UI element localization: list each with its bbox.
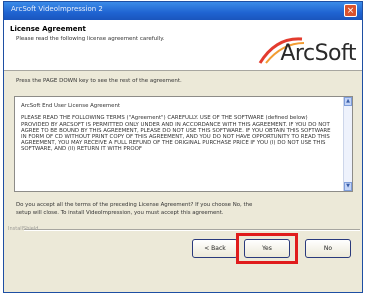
back-button[interactable]: < Back xyxy=(192,239,238,258)
header-panel: License Agreement Please read the follow… xyxy=(4,20,362,71)
logo-text: ArcSoft xyxy=(280,41,356,66)
setup-window: ArcSoft Videolmpression 2 × License Agre… xyxy=(3,1,363,293)
license-text: ArcSoft End User License Agreement PLEAS… xyxy=(21,103,331,153)
window-title: ArcSoft Videolmpression 2 xyxy=(11,5,103,13)
arcsoft-logo: ArcSoft xyxy=(256,37,356,67)
title-bar[interactable]: ArcSoft Videolmpression 2 × xyxy=(4,2,362,20)
page-title: License Agreement xyxy=(10,25,86,33)
close-button[interactable]: × xyxy=(344,4,357,17)
scroll-down-icon[interactable]: ▼ xyxy=(344,182,352,191)
page-subtitle: Please read the following license agreem… xyxy=(16,36,165,42)
instruction-text: Press the PAGE DOWN key to see the rest … xyxy=(16,78,182,84)
accept-question: Do you accept all the terms of the prece… xyxy=(16,202,253,216)
footer-separator xyxy=(24,229,360,231)
yes-button-highlight xyxy=(236,233,298,264)
scroll-up-icon[interactable]: ▲ xyxy=(344,97,352,106)
license-textbox[interactable]: ArcSoft End User License Agreement PLEAS… xyxy=(14,96,353,192)
no-button[interactable]: No xyxy=(305,239,351,258)
license-scrollbar[interactable]: ▲ ▼ xyxy=(343,97,352,191)
